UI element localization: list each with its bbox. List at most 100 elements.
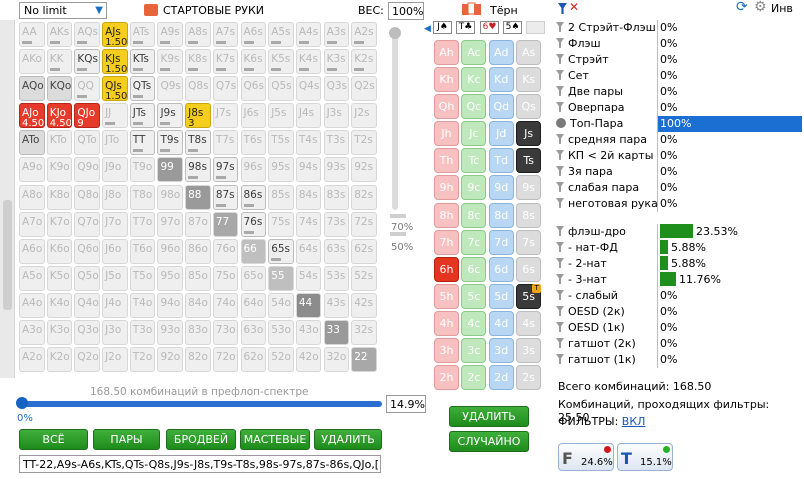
hand-cell[interactable]: AJs 1.50 [102, 22, 128, 47]
hand-cell[interactable]: T6o [129, 238, 156, 264]
hand-cell[interactable]: T2s [351, 130, 377, 156]
hand-cell[interactable]: A6o [19, 238, 45, 264]
hand-cell[interactable]: J5o [102, 265, 128, 291]
stat-row[interactable]: - нат-ФД 5.88% [556, 240, 802, 256]
deck-card[interactable]: Th [434, 148, 459, 174]
clear-range-button[interactable]: УДАЛИТЬ [314, 429, 382, 450]
hand-cell[interactable]: 72o [212, 347, 239, 373]
stat-row[interactable]: OESD (1к) 0% [556, 320, 802, 336]
stat-row[interactable]: Стрэйт 0% [556, 52, 802, 68]
hand-cell[interactable]: 85s [268, 184, 294, 210]
deck-card[interactable]: 2h [434, 365, 459, 391]
hand-cell[interactable]: 87s [212, 184, 239, 210]
weight-input[interactable]: 100% [388, 2, 424, 20]
hand-cell[interactable]: KTo [46, 130, 73, 156]
hand-cell[interactable]: 82o [185, 347, 211, 373]
deck-card[interactable]: Ad [488, 40, 514, 65]
stat-row[interactable]: Флэш 0% [556, 36, 802, 52]
hand-cell[interactable]: JTo [102, 130, 128, 156]
filter-icon[interactable] [558, 3, 567, 14]
hand-cell[interactable]: J6o [102, 238, 128, 264]
deck-card[interactable]: Ks [516, 67, 542, 93]
hand-cell[interactable]: T6s [240, 130, 266, 156]
hand-cell[interactable]: A7o [19, 211, 45, 237]
filter-icon[interactable] [556, 258, 564, 268]
hand-cell[interactable]: J8s 3 [185, 103, 211, 129]
hand-cell[interactable]: Q2s [351, 76, 377, 102]
hand-cell[interactable]: 55 [268, 265, 294, 291]
hand-cell[interactable]: 74s [295, 211, 322, 237]
board-card-4[interactable]: 5♠ [503, 21, 522, 34]
deck-card[interactable]: Ts [516, 148, 542, 174]
hand-cell[interactable]: J4s [295, 103, 322, 129]
deck-card[interactable]: 6c [461, 256, 487, 282]
filter-icon[interactable] [556, 242, 564, 252]
refresh-icon[interactable]: ⟳ [736, 0, 748, 15]
filter-icon[interactable] [556, 226, 564, 236]
stat-row[interactable]: Сет 0% [556, 68, 802, 84]
hand-cell[interactable]: 76s [240, 211, 266, 237]
hand-cell[interactable]: 52o [268, 347, 294, 373]
stat-row[interactable]: - 3-нат 11.76% [556, 272, 802, 288]
deck-card[interactable]: 6h [434, 256, 459, 282]
hand-cell[interactable]: 54s [295, 265, 322, 291]
hand-cell[interactable]: 73s [323, 211, 350, 237]
filter-icon[interactable] [556, 86, 564, 96]
turn-filter-button[interactable]: T 15.1% [617, 443, 673, 471]
deck-card[interactable]: 4c [461, 310, 487, 336]
filter-icon[interactable] [556, 134, 564, 144]
hand-cell[interactable]: 53s [323, 265, 350, 291]
hand-cell[interactable]: 96o [157, 238, 183, 264]
hand-cell[interactable]: K6s [240, 49, 266, 75]
hand-cell[interactable]: J5s [268, 103, 294, 129]
hand-cell[interactable]: A3s [323, 22, 350, 47]
deck-card[interactable]: Ah [434, 40, 459, 65]
filter-icon[interactable] [556, 118, 566, 128]
hand-cell[interactable]: KQs [74, 49, 100, 75]
hand-cell[interactable]: A2s [351, 22, 377, 47]
filter-icon[interactable] [556, 306, 564, 316]
board-card-3[interactable]: 6♥ [480, 21, 499, 34]
weight-slider-knob[interactable] [389, 27, 401, 39]
range-percent-input[interactable]: 14.9% [386, 395, 426, 413]
stat-row[interactable]: OESD (2к) 0% [556, 304, 802, 320]
hand-cell[interactable]: 32s [351, 320, 377, 346]
hand-cell[interactable]: K8o [46, 184, 73, 210]
deck-card[interactable]: 9h [434, 175, 459, 201]
hand-cell[interactable]: 42o [295, 347, 322, 373]
hand-cell[interactable]: T8s [185, 130, 211, 156]
filter-icon[interactable] [556, 338, 564, 348]
hand-cell[interactable]: AKs [46, 22, 73, 47]
hand-cell[interactable]: Q6o [74, 238, 100, 264]
hand-cell[interactable]: T8o [129, 184, 156, 210]
hand-cell[interactable]: A6s [240, 22, 266, 47]
hand-cell[interactable]: A3o [19, 320, 45, 346]
hand-cell[interactable]: 99 [157, 157, 183, 183]
range-slider-knob[interactable] [16, 397, 28, 409]
deck-card[interactable]: Jh [434, 121, 459, 147]
hand-cell[interactable]: 97o [157, 211, 183, 237]
deck-card[interactable]: Qh [434, 94, 459, 120]
hand-cell[interactable]: 92s [351, 157, 377, 183]
deck-card[interactable]: As [516, 40, 542, 65]
hand-cell[interactable]: AJo 4.50 [19, 103, 45, 129]
deck-card[interactable]: 7s [516, 229, 542, 255]
board-card-2[interactable]: T♣ [456, 21, 475, 34]
deck-card[interactable]: 7d [488, 229, 514, 255]
hand-cell[interactable]: 92o [157, 347, 183, 373]
deck-card[interactable]: 6s [516, 256, 542, 282]
hand-cell[interactable]: Q9o [74, 157, 100, 183]
stat-row[interactable]: гатшот (1к) 0% [556, 352, 802, 368]
hand-cell[interactable]: JTs [129, 103, 156, 129]
deck-card[interactable]: 2c [461, 365, 487, 391]
scroll-thumb[interactable] [3, 200, 12, 310]
hand-cell[interactable]: Q6s [240, 76, 266, 102]
hand-cell[interactable]: 54o [268, 292, 294, 318]
filter-icon[interactable] [556, 150, 564, 160]
hand-cell[interactable]: J7o [102, 211, 128, 237]
filter-icon[interactable] [556, 182, 564, 192]
hand-cell[interactable]: K5o [46, 265, 73, 291]
hand-cell[interactable]: 95s [268, 157, 294, 183]
hand-cell[interactable]: A4o [19, 292, 45, 318]
filters-toggle-link[interactable]: ВКЛ [622, 415, 646, 428]
